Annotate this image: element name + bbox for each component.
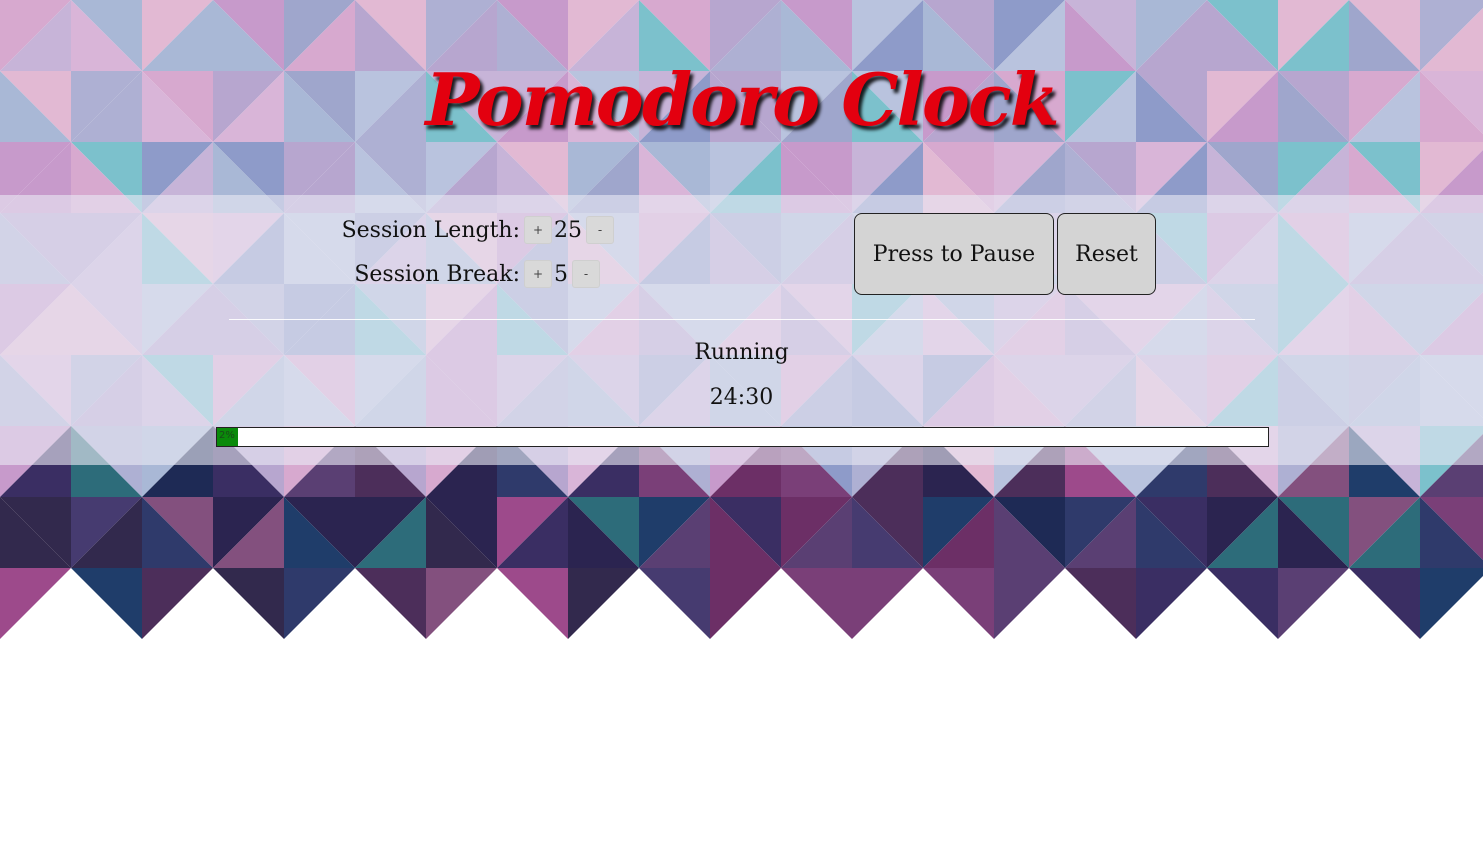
mosaic-tile bbox=[284, 568, 355, 639]
session-length-increment-button[interactable]: + bbox=[524, 216, 552, 244]
mosaic-tile bbox=[1207, 568, 1278, 639]
timer-status: Running bbox=[694, 340, 789, 365]
mosaic-tile bbox=[0, 568, 71, 639]
page-title: Pomodoro Clock bbox=[425, 57, 1059, 142]
timer-time: 24:30 bbox=[709, 385, 774, 410]
mosaic-tile bbox=[71, 568, 142, 639]
mosaic-tile bbox=[355, 568, 426, 639]
mosaic-tile bbox=[1136, 568, 1207, 639]
session-length-decrement-button[interactable]: - bbox=[586, 216, 614, 244]
progress-text: 2% bbox=[219, 430, 235, 441]
session-break-increment-button[interactable]: + bbox=[524, 260, 552, 288]
mosaic-tile bbox=[781, 568, 852, 639]
session-break-label: Session Break: bbox=[354, 261, 520, 287]
pause-button[interactable]: Press to Pause bbox=[854, 213, 1054, 295]
action-buttons: Press to Pause Reset bbox=[854, 213, 1156, 295]
mosaic-tile bbox=[568, 568, 639, 639]
mosaic-tile bbox=[639, 568, 710, 639]
mosaic-tile bbox=[497, 568, 568, 639]
control-panel bbox=[0, 195, 1483, 465]
session-break-row: Session Break: + 5 - bbox=[300, 256, 600, 292]
reset-button[interactable]: Reset bbox=[1057, 213, 1156, 295]
mosaic-tile bbox=[994, 568, 1065, 639]
mosaic-tile bbox=[1349, 568, 1420, 639]
mosaic-tile bbox=[426, 568, 497, 639]
mosaic-tile bbox=[1065, 568, 1136, 639]
mosaic-tile bbox=[213, 568, 284, 639]
mosaic-tile bbox=[1278, 568, 1349, 639]
divider bbox=[229, 319, 1255, 320]
mosaic-tile bbox=[142, 568, 213, 639]
mosaic-tile bbox=[852, 568, 923, 639]
mosaic-tile bbox=[1420, 568, 1483, 639]
session-break-value: 5 bbox=[554, 261, 568, 287]
session-length-label: Session Length: bbox=[341, 217, 520, 243]
session-length-row: Session Length: + 25 - bbox=[300, 212, 614, 248]
session-break-decrement-button[interactable]: - bbox=[572, 260, 600, 288]
progress-bar: 2% bbox=[216, 427, 1269, 447]
session-length-value: 25 bbox=[554, 217, 582, 243]
mosaic-tile bbox=[710, 568, 781, 639]
mosaic-tile bbox=[923, 568, 994, 639]
